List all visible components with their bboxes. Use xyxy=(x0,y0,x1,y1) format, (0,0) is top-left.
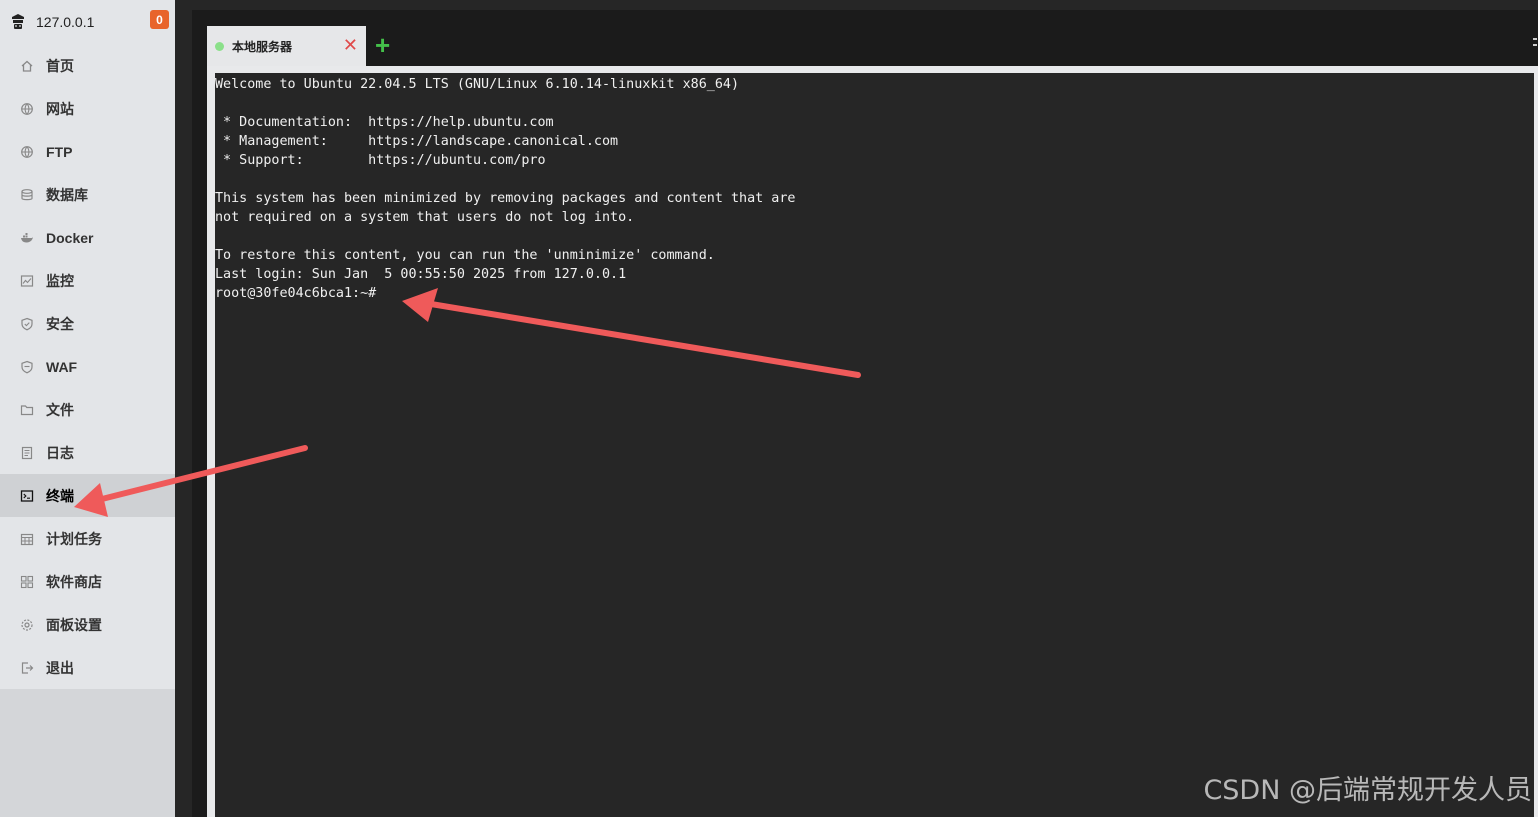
server-header[interactable]: 127.0.0.1 0 xyxy=(0,0,175,44)
folder-icon xyxy=(20,403,34,417)
logout-icon xyxy=(20,661,34,675)
terminal-line: * Support: https://ubuntu.com/pro xyxy=(215,153,546,168)
terminal-tab-label: 本地服务器 xyxy=(232,39,293,54)
terminal-line: * Documentation: https://help.ubuntu.com xyxy=(215,115,554,130)
waf-shield-icon xyxy=(20,360,34,374)
sidebar-item-2[interactable]: FTP xyxy=(0,130,175,173)
sidebar-item-label: Docker xyxy=(46,229,94,246)
terminal-icon xyxy=(20,489,34,503)
sidebar: 127.0.0.1 0 首页网站 FTP 数据库 Docker 监控安全 WAF 文件日志终… xyxy=(0,0,175,817)
add-tab-button[interactable]: + xyxy=(375,32,390,58)
sidebar-item-label: 数据库 xyxy=(46,186,88,203)
terminal-line: Welcome to Ubuntu 22.04.5 LTS (GNU/Linux… xyxy=(215,77,740,92)
sidebar-item-label: 首页 xyxy=(46,57,74,74)
sidebar-item-label: 计划任务 xyxy=(46,530,102,547)
globe-icon xyxy=(20,102,34,116)
sidebar-item-5[interactable]: 监控 xyxy=(0,259,175,302)
gear-icon xyxy=(20,618,34,632)
sidebar-item-11[interactable]: 计划任务 xyxy=(0,517,175,560)
docker-icon xyxy=(20,231,34,245)
database-icon xyxy=(20,188,34,202)
sidebar-item-7[interactable]: WAF xyxy=(0,345,175,388)
sidebar-item-label: 安全 xyxy=(46,315,74,332)
sidebar-item-4[interactable]: Docker xyxy=(0,216,175,259)
sidebar-item-label: 文件 xyxy=(46,401,74,418)
log-icon xyxy=(20,446,34,460)
terminal-line: To restore this content, you can run the… xyxy=(215,248,715,263)
shield-icon xyxy=(20,317,34,331)
terminal-line: This system has been minimized by removi… xyxy=(215,191,796,206)
sidebar-item-label: WAF xyxy=(46,358,78,375)
terminal-line: root@30fe04c6bca1:~# xyxy=(215,286,377,301)
terminal-line: Last login: Sun Jan 5 00:55:50 2025 from… xyxy=(215,267,627,282)
sidebar-item-label: 网站 xyxy=(46,100,74,117)
sidebar-item-0[interactable]: 首页 xyxy=(0,44,175,87)
notification-badge[interactable]: 0 xyxy=(150,10,169,29)
sidebar-item-13[interactable]: 面板设置 xyxy=(0,603,175,646)
sidebar-item-1[interactable]: 网站 xyxy=(0,87,175,130)
globe-icon xyxy=(20,145,34,159)
sidebar-menu: 首页网站 FTP 数据库 Docker 监控安全 WAF 文件日志终端计划任务软件商店面板设… xyxy=(0,44,175,689)
server-logo-icon xyxy=(8,12,28,32)
sidebar-item-label: 面板设置 xyxy=(46,616,102,633)
grid-icon xyxy=(20,575,34,589)
home-icon xyxy=(20,59,34,73)
sidebar-item-label: FTP xyxy=(46,143,73,160)
monitor-icon xyxy=(20,274,34,288)
sidebar-item-9[interactable]: 日志 xyxy=(0,431,175,474)
more-options-icon[interactable] xyxy=(1532,36,1538,56)
sidebar-item-10[interactable]: 终端 xyxy=(0,474,175,517)
server-host: 127.0.0.1 xyxy=(36,14,95,30)
terminal-line: not required on a system that users do n… xyxy=(215,210,635,225)
close-tab-icon[interactable]: ✕ xyxy=(343,35,358,55)
sidebar-item-6[interactable]: 安全 xyxy=(0,302,175,345)
sidebar-item-label: 监控 xyxy=(46,272,74,289)
sidebar-item-label: 退出 xyxy=(46,659,74,676)
terminal-tab-bar: 本地服务器 ✕ + xyxy=(207,26,1538,66)
terminal-output[interactable]: Welcome to Ubuntu 22.04.5 LTS (GNU/Linux… xyxy=(215,73,1534,817)
sidebar-item-12[interactable]: 软件商店 xyxy=(0,560,175,603)
sidebar-item-label: 日志 xyxy=(46,444,74,461)
sidebar-item-label: 终端 xyxy=(46,487,74,504)
calendar-icon xyxy=(20,532,34,546)
sidebar-item-label: 软件商店 xyxy=(46,573,102,590)
connection-status-icon xyxy=(215,41,224,51)
terminal-line: * Management: https://landscape.canonica… xyxy=(215,134,619,149)
watermark: CSDN @后端常规开发人员 xyxy=(1203,775,1532,806)
sidebar-item-8[interactable]: 文件 xyxy=(0,388,175,431)
terminal-tab[interactable]: 本地服务器 ✕ xyxy=(207,26,366,66)
sidebar-item-14[interactable]: 退出 xyxy=(0,646,175,689)
sidebar-item-3[interactable]: 数据库 xyxy=(0,173,175,216)
